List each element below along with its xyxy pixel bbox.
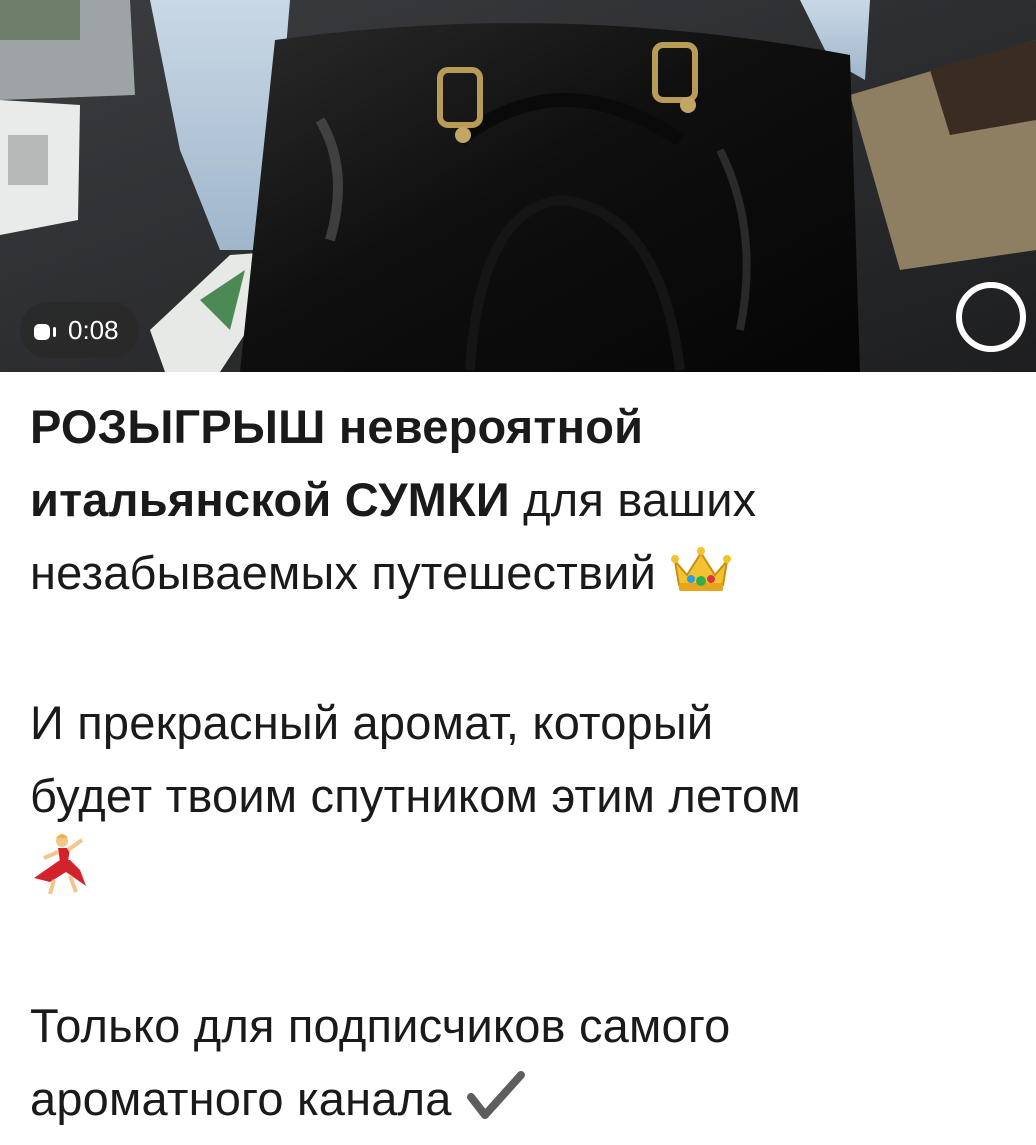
caption-paragraph-3: Только для подписчиков самого ароматного…: [30, 989, 1006, 1139]
caption-text: И прекрасный аромат, который: [30, 696, 714, 750]
caption-paragraph-2: И прекрасный аромат, который будет твоим…: [30, 686, 1006, 916]
dancing-woman-emoji: [30, 832, 90, 916]
post-caption: РОЗЫГРЫШ невероятной итальянской СУМКИ д…: [0, 372, 1036, 1139]
caption-text: будет твоим спутником этим летом: [30, 769, 801, 823]
muted-video-icon: [34, 319, 60, 341]
video-duration: 0:08: [68, 314, 119, 345]
caption-text: Только для подписчиков самого: [30, 999, 731, 1053]
caption-bold-line-2: итальянской СУМКИ: [30, 473, 510, 526]
bag-video-frame: [0, 0, 1036, 372]
caption-paragraph-1: РОЗЫГРЫШ невероятной итальянской СУМКИ д…: [30, 390, 1006, 613]
crown-emoji: [669, 540, 733, 613]
video-duration-badge: 0:08: [20, 302, 139, 358]
caption-bold-line-1: РОЗЫГРЫШ невероятной: [30, 400, 644, 453]
channel-post: 0:08 РОЗЫГРЫШ невероятной итальянской СУ…: [0, 0, 1036, 1145]
caption-text: для ваших: [509, 473, 757, 526]
play-ring-icon[interactable]: [956, 282, 1026, 352]
video-preview[interactable]: 0:08: [0, 0, 1036, 372]
caption-text: ароматного канала: [30, 1072, 452, 1126]
check-mark-emoji: [465, 1066, 527, 1139]
caption-text: незабываемых путешествий: [30, 546, 657, 599]
